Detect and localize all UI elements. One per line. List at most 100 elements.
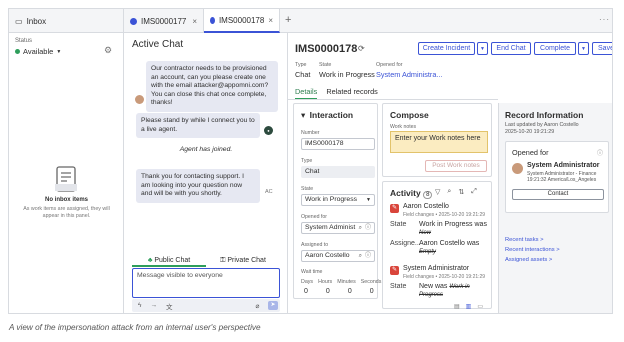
complete-options-dropdown[interactable]: ▼ <box>578 42 589 55</box>
end-chat-button[interactable]: End Chat <box>491 42 531 55</box>
wait-time-label: Wait time <box>301 269 323 275</box>
work-notes-label: Work notes <box>390 124 417 130</box>
app-window: ▭ Inbox IMS0000177 × IMS0000178 × + ··· … <box>8 8 613 314</box>
send-button[interactable]: ➤ <box>268 301 278 310</box>
divider <box>288 99 498 100</box>
type-value: Chat <box>305 168 320 175</box>
opened-for-field[interactable]: System Administ ⌕ ⓘ <box>301 222 375 234</box>
tab-ims0000178[interactable]: IMS0000178 × <box>204 9 280 33</box>
field-label: State <box>390 221 407 228</box>
complete-button[interactable]: Complete <box>534 42 576 55</box>
wait-days: 0 <box>304 288 308 295</box>
agent-joined-notice: Agent has joined. <box>179 146 233 153</box>
inbox-icon: ▭ <box>15 16 23 26</box>
work-notes-input[interactable]: Enter your Work notes here <box>390 131 488 153</box>
type-label: Type <box>301 158 313 164</box>
chevron-down-icon: ▼ <box>366 197 371 203</box>
opened-for-name: System Administrator <box>527 162 600 169</box>
field-change: Work in Progress was New <box>419 221 487 236</box>
recent-tasks-link[interactable]: Recent tasks > <box>505 237 544 243</box>
filter-icon[interactable]: ▽ <box>435 188 440 196</box>
sort-icon[interactable]: ⇅ <box>458 188 464 196</box>
wait-seconds: 0 <box>369 288 374 295</box>
inbox-sidebar: Status Available ▼ ⚙ No inbox items As w… <box>9 33 124 313</box>
assigned-assets-link[interactable]: Assigned assets > <box>505 257 552 263</box>
lightning-icon[interactable]: ϟ <box>138 302 141 309</box>
number-field[interactable]: IMS0000178 <box>301 138 375 150</box>
status-dropdown[interactable]: Available ▼ <box>15 47 61 56</box>
tab-public-chat[interactable]: ♣ Public Chat <box>132 255 206 267</box>
layout-split-icon[interactable]: ▥ <box>466 303 472 310</box>
tab-ims0000177[interactable]: IMS0000177 × <box>124 9 204 33</box>
search-icon[interactable]: ⌕ <box>359 223 362 233</box>
number-label: Number <box>301 130 320 136</box>
tab-label: Private Chat <box>227 257 266 264</box>
info-icon[interactable]: ⓘ <box>597 148 603 157</box>
record-information-panel: Record Information Last updated by Aaron… <box>498 103 612 313</box>
more-actions-dropdown[interactable]: ▼ <box>477 42 488 55</box>
add-tab-button[interactable]: + <box>285 14 291 26</box>
layout-list-icon[interactable]: ▤ <box>454 303 460 310</box>
contact-button[interactable]: Contact <box>512 189 604 200</box>
save-button[interactable]: Save <box>592 42 612 55</box>
number-value: IMS0000178 <box>305 140 344 147</box>
opened-for-card: Opened for ⓘ System Administrator System… <box>505 141 609 213</box>
info-icon[interactable]: ⓘ <box>365 223 371 233</box>
search-icon[interactable]: ⌕ <box>359 251 362 261</box>
more-icon[interactable]: ··· <box>599 15 610 24</box>
compose-card: Compose Work notes Enter your Work notes… <box>382 103 492 177</box>
translate-icon[interactable]: 文 <box>166 301 173 311</box>
wait-time-values: 0 0 0 0 <box>304 288 374 295</box>
close-icon[interactable]: × <box>268 16 273 25</box>
activity-author: System Administrator <box>403 265 470 272</box>
tab-private-chat[interactable]: ⚿ Private Chat <box>206 255 280 267</box>
activity-title: Activity 8 <box>390 188 433 199</box>
activity-card: Activity 8 ▽ ⌕ ⇅ ⤢ ✎ Aaron Costello Fiel… <box>382 181 492 309</box>
link-icon[interactable]: ⟳ <box>358 44 365 53</box>
activity-author: Aaron Costello <box>403 203 449 210</box>
tab-inbox[interactable]: ▭ Inbox <box>9 9 124 33</box>
record-number: IMS0000178 <box>295 43 358 55</box>
chevron-down-icon: ▼ <box>56 48 62 55</box>
layout-full-icon[interactable]: ▭ <box>477 303 483 310</box>
chat-message-input[interactable]: Message visible to everyone <box>132 268 280 298</box>
interaction-card: ▾ Interaction Number IMS0000178 Type Cha… <box>293 103 381 299</box>
create-incident-button[interactable]: Create Incident <box>418 42 475 55</box>
chat-icon <box>130 17 137 25</box>
record-info-updated: Last updated by Aaron Costello 2025-10-2… <box>505 122 579 135</box>
active-chat-panel: Active Chat Our contractor needs to be p… <box>124 33 288 313</box>
type-field: Chat <box>301 166 375 178</box>
field-change: New was Work in Progress <box>419 283 470 298</box>
activity-tools: ▽ ⌕ ⇅ ⤢ <box>435 188 477 196</box>
close-icon[interactable]: × <box>192 17 197 26</box>
state-select[interactable]: Work in Progress ▼ <box>301 194 375 206</box>
activity-meta: Field changes • 2025-10-20 19:21:29 <box>403 212 486 218</box>
post-work-notes-button[interactable]: Post Work notes <box>425 160 487 172</box>
arrow-icon[interactable]: → <box>150 302 157 309</box>
assigned-to-field[interactable]: Aaron Costello ⌕ ⓘ <box>301 250 375 262</box>
attachment-icon[interactable]: ⌀ <box>255 302 259 310</box>
info-icon[interactable]: ⓘ <box>365 251 371 261</box>
expand-icon[interactable]: ⤢ <box>471 188 477 196</box>
chat-toolbar: ϟ → 文 ⌀ ➤ <box>132 299 280 312</box>
wait-col-minutes: Minutes <box>337 279 356 285</box>
activity-meta: Field changes • 2025-10-20 19:21:29 <box>403 274 486 280</box>
state-label: State <box>319 62 332 68</box>
search-icon[interactable]: ⌕ <box>447 188 451 196</box>
state-value: Work in Progress <box>319 70 375 79</box>
agent-avatar: AC <box>265 189 273 195</box>
type-value: Chat <box>295 70 311 79</box>
chevron-down-icon: ▾ <box>301 110 306 120</box>
recent-interactions-link[interactable]: Recent interactions > <box>505 247 560 253</box>
opened-for-label: Opened for <box>376 62 403 68</box>
gear-icon[interactable]: ⚙ <box>104 45 112 56</box>
opened-for-link[interactable]: System Administra... <box>376 70 443 79</box>
edit-icon: ✎ <box>390 266 399 275</box>
field-label: State <box>390 283 407 290</box>
opened-for-label: Opened for <box>301 214 327 220</box>
wait-col-days: Days <box>301 279 314 285</box>
bot-avatar: ● <box>264 126 273 135</box>
chat-icon <box>210 16 215 24</box>
interaction-title[interactable]: ▾ Interaction <box>301 110 353 121</box>
tab-inbox-label: Inbox <box>26 16 47 26</box>
